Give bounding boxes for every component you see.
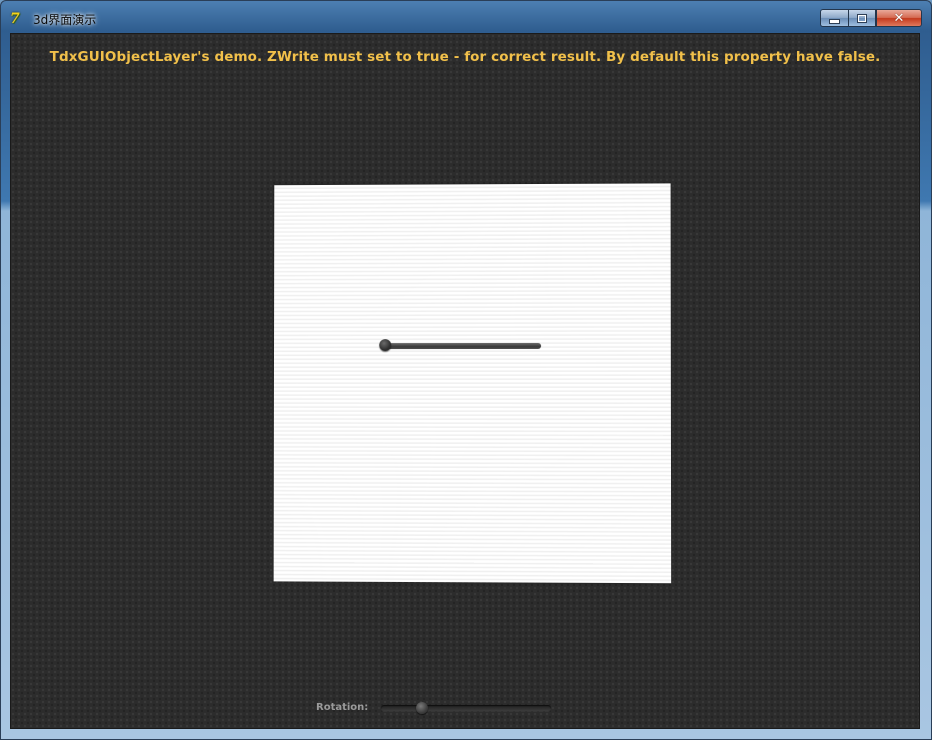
panel-slider-thumb[interactable] xyxy=(379,339,392,352)
minimize-icon xyxy=(829,18,840,24)
delphi-app-icon[interactable]: 7 xyxy=(10,11,26,27)
rotation-slider-track[interactable] xyxy=(381,705,551,711)
minimize-button[interactable] xyxy=(820,9,848,27)
panel-slider-track[interactable] xyxy=(383,342,542,350)
demo-headline: TdxGUIObjectLayer's demo. ZWrite must se… xyxy=(49,49,881,65)
rotation-label: Rotation: xyxy=(316,702,369,713)
rotation-slider[interactable] xyxy=(381,700,551,716)
panel-slider[interactable] xyxy=(379,338,542,352)
3d-object-panel[interactable] xyxy=(273,183,672,584)
app-window: 7 3d界面演示 ✕ TdxGUIObjectLayer's demo. ZWr… xyxy=(0,0,932,740)
client-area: TdxGUIObjectLayer's demo. ZWrite must se… xyxy=(10,33,920,729)
maximize-button[interactable] xyxy=(848,9,876,27)
maximize-icon xyxy=(857,13,867,23)
rotation-slider-thumb[interactable] xyxy=(416,702,428,714)
caption-buttons: ✕ xyxy=(820,9,922,29)
close-button[interactable]: ✕ xyxy=(876,9,922,27)
close-icon: ✕ xyxy=(893,10,905,26)
window-title: 3d界面演示 xyxy=(33,13,97,27)
title-bar[interactable]: 7 3d界面演示 ✕ xyxy=(1,1,931,33)
